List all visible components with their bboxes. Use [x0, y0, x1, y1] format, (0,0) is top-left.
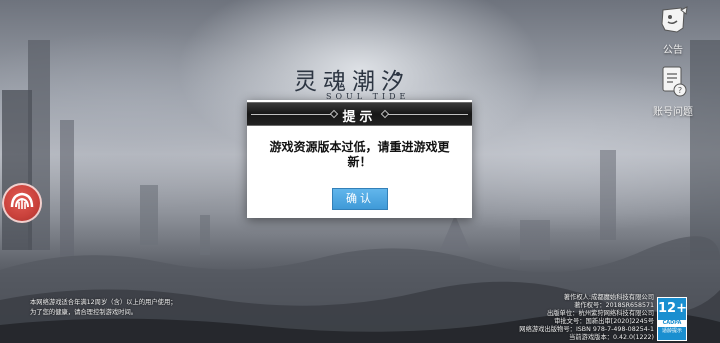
- svg-text:?: ?: [678, 86, 682, 95]
- copyright-line: 审批文号：国新出审[2020]2245号: [554, 318, 654, 325]
- age-rating-org: CADPA: [658, 320, 686, 327]
- account-issue-icon: ?: [662, 66, 687, 97]
- account-issue-button[interactable]: ? 账号问题: [643, 64, 703, 118]
- copyright-line: 出版单位：杭州紫狩网络科技有限公司: [546, 310, 654, 317]
- copyright-line: 当前游戏版本：0.42.0(1222): [568, 334, 654, 341]
- notice-button[interactable]: 公告: [643, 6, 703, 56]
- notice-icon: [661, 6, 688, 33]
- age-rating-badge[interactable]: 12+ CADPA 适龄提示: [657, 297, 687, 341]
- copyright-info: 著作权人:成都魔始科技有限公司 著作权号：2018SR658571 出版单位：杭…: [434, 294, 654, 342]
- copyright-line: 著作权人:成都魔始科技有限公司: [563, 294, 654, 301]
- notice-label: 公告: [663, 45, 683, 56]
- logo-dot: [396, 72, 400, 76]
- copyright-line: 著作权号：2018SR658571: [574, 302, 654, 309]
- confirm-button[interactable]: 确认: [332, 188, 388, 210]
- dialog-header: 提示: [247, 102, 472, 126]
- floating-assistant-button[interactable]: [2, 183, 42, 223]
- health-line: 本网络游戏适合年满12周岁（含）以上的用户使用；: [30, 299, 177, 306]
- update-prompt-dialog: 提示 游戏资源版本过低，请重进游戏更新！ 确认: [247, 100, 472, 218]
- dialog-message: 游戏资源版本过低，请重进游戏更新！: [269, 140, 450, 169]
- copyright-line: 网络游戏出版物号：ISBN 978-7-498-08254-1: [519, 326, 654, 333]
- dialog-title: 提示: [342, 110, 377, 125]
- account-issue-label: 账号问题: [653, 107, 693, 118]
- logo-title-cn: 灵魂潮汐: [294, 69, 410, 95]
- health-line: 为了您的健康，请合理控制游戏时间。: [30, 309, 138, 316]
- age-rating-tip: 适龄提示: [661, 328, 682, 334]
- health-advisory: 本网络游戏适合年满12周岁（含）以上的用户使用； 为了您的健康，请合理控制游戏时…: [30, 298, 230, 318]
- helmet-icon: [10, 192, 34, 209]
- age-rating-label: 12+: [658, 301, 687, 316]
